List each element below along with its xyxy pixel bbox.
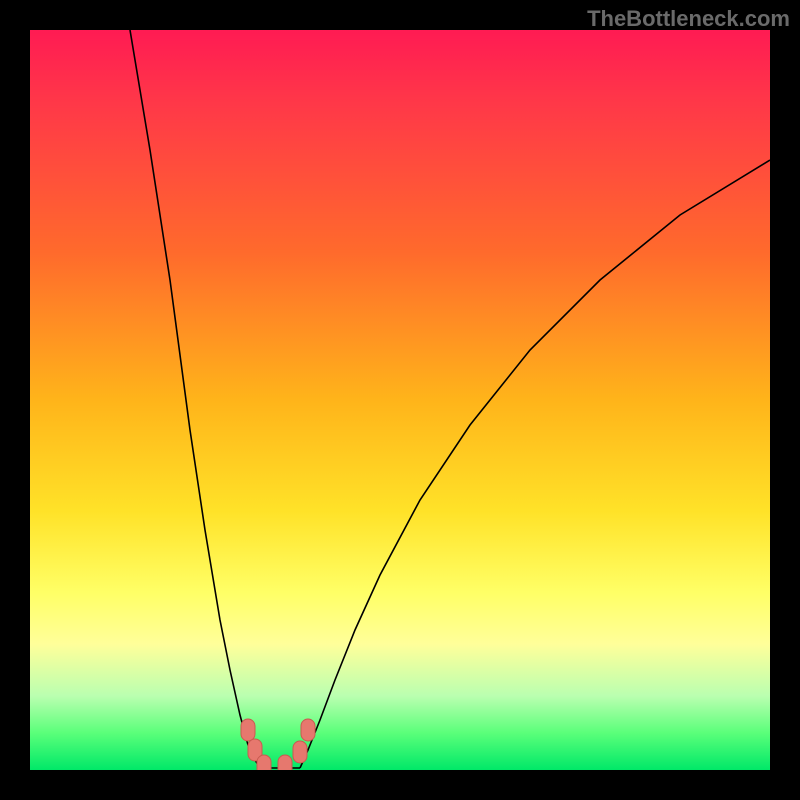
curve-right [300, 160, 770, 768]
markers-group [241, 719, 315, 770]
data-marker [293, 741, 307, 763]
chart-svg [30, 30, 770, 770]
curve-left [130, 30, 260, 768]
chart-container: TheBottleneck.com [0, 0, 800, 800]
watermark-label: TheBottleneck.com [587, 6, 790, 32]
plot-area [30, 30, 770, 770]
data-marker [241, 719, 255, 741]
data-marker [301, 719, 315, 741]
data-marker [278, 755, 292, 770]
data-marker [257, 755, 271, 770]
